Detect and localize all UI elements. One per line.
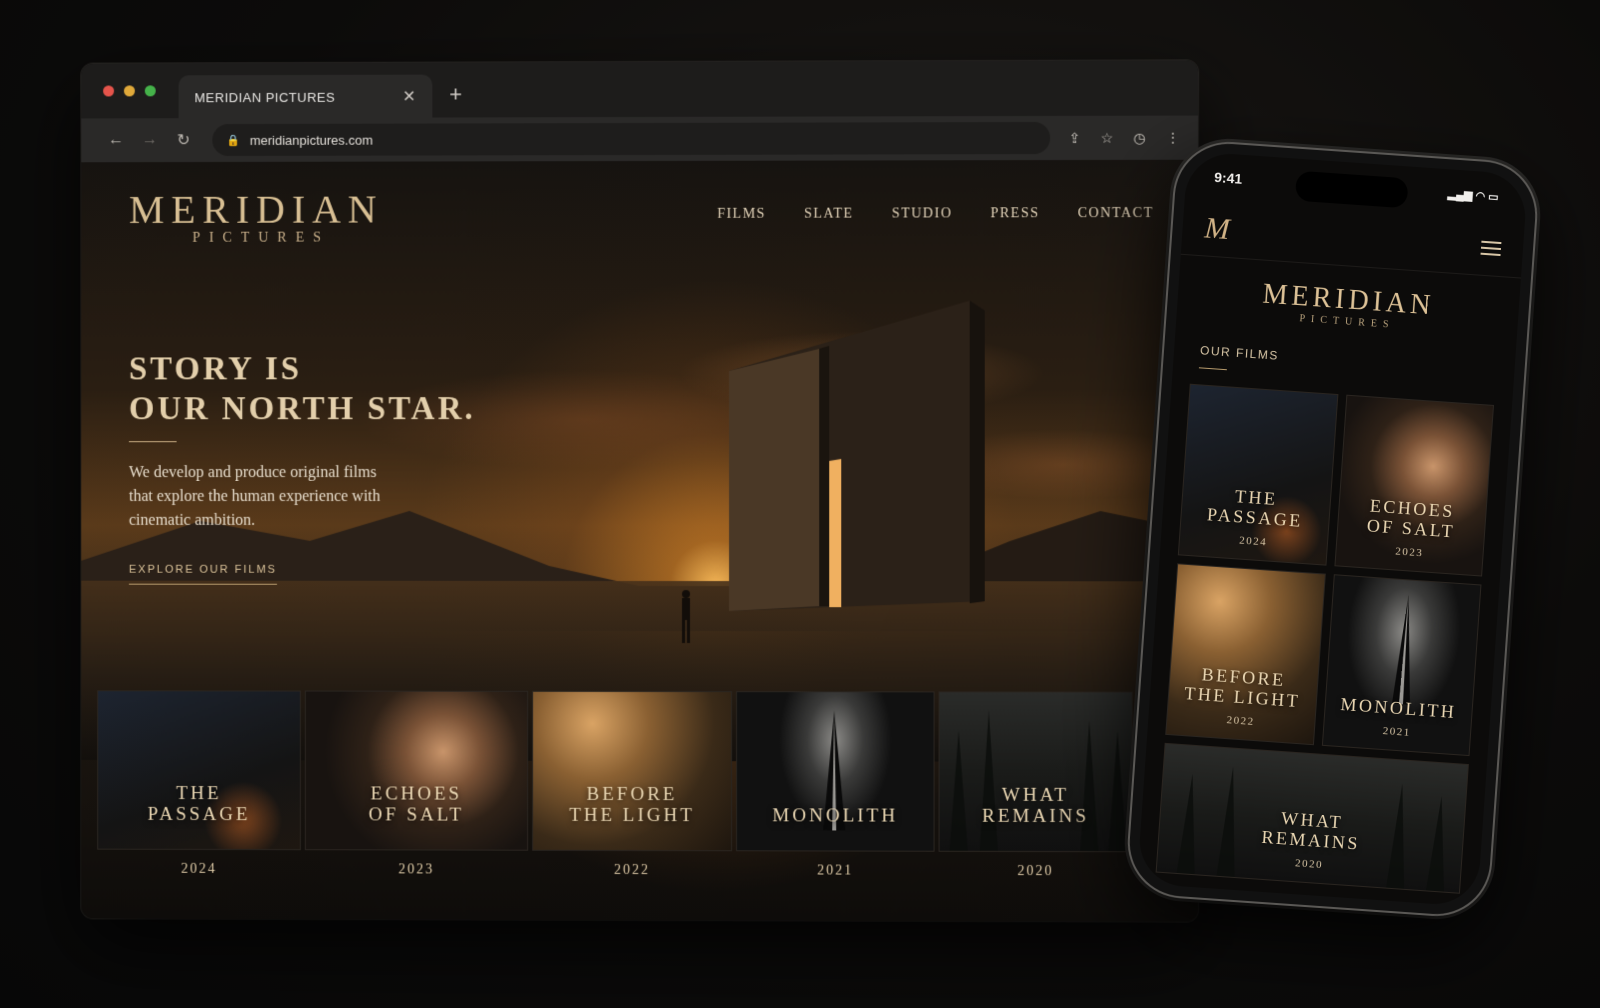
film-title: ECHOES OF SALT <box>1366 495 1456 542</box>
film-year: 2020 <box>1017 863 1054 880</box>
tree-shape <box>1426 795 1451 892</box>
film-year: 2023 <box>1394 545 1424 560</box>
more-menu-icon[interactable]: ⋮ <box>1166 129 1180 146</box>
film-year: 2024 <box>181 861 217 877</box>
phone-film-card[interactable]: WHAT REMAINS 2020 <box>1155 742 1469 894</box>
logo-wordmark: MERIDIAN <box>128 186 384 232</box>
film-strip: THE PASSAGE 2024 ECHOES OF SALT 2023 BEFOR… <box>97 690 1133 880</box>
film-poster: ECHOES OF SALT <box>304 690 529 851</box>
film-title: BEFORE THE LIGHT <box>569 783 695 827</box>
film-year: 2020 <box>1294 857 1324 872</box>
film-card[interactable]: MONOLITH 2021 <box>736 691 935 880</box>
site-logo[interactable]: MERIDIAN PICTURES <box>129 186 384 247</box>
tab-title: MERIDIAN PICTURES <box>194 89 336 105</box>
film-year: 2023 <box>398 862 435 878</box>
tree-shape <box>949 730 968 851</box>
monolith-image <box>729 300 985 612</box>
section-label: OUR FILMS <box>1198 343 1279 371</box>
share-icon[interactable]: ⇪ <box>1069 129 1081 146</box>
address-bar[interactable]: 🔒 meridianpictures.com <box>212 121 1051 156</box>
phone-screen: 9:41 ▂▄▆ ◠ ▭ M MERIDIAN PICTURES OUR FIL… <box>1136 151 1529 907</box>
walking-figure <box>681 589 690 643</box>
browser-toolbar: ← → ↻ 🔒 meridianpictures.com ⇪ ☆ ◷ ⋮ <box>81 115 1199 163</box>
nav-press[interactable]: PRESS <box>991 206 1040 222</box>
film-card[interactable]: BEFORE THE LIGHT 2022 <box>532 690 733 879</box>
phone-logo: MERIDIAN PICTURES <box>1177 273 1520 340</box>
film-title: WHAT REMAINS <box>981 784 1090 828</box>
main-nav: FILMS SLATE STUDIO PRESS CONTACT <box>717 206 1154 223</box>
back-arrow-icon[interactable]: ← <box>99 131 133 149</box>
phone-film-card[interactable]: ECHOES OF SALT 2023 <box>1333 394 1495 577</box>
tab-bar: MERIDIAN PICTURES ✕ + <box>81 60 1199 120</box>
tree-shape <box>1216 766 1243 878</box>
film-title: MONOLITH <box>1339 694 1457 723</box>
browser-tab[interactable]: MERIDIAN PICTURES ✕ <box>178 74 433 120</box>
film-title: ECHOES OF SALT <box>368 783 465 826</box>
bookmark-star-icon[interactable]: ☆ <box>1101 129 1114 146</box>
film-poster: BEFORE THE LIGHT <box>532 690 733 852</box>
monogram-logo-icon[interactable]: M <box>1204 211 1227 246</box>
minimize-window-button[interactable] <box>123 85 135 97</box>
film-title: MONOLITH <box>772 805 899 827</box>
film-title: BEFORE THE LIGHT <box>1183 664 1301 712</box>
lock-icon: 🔒 <box>226 134 240 147</box>
tree-shape <box>1108 730 1127 852</box>
tree-shape <box>1176 773 1202 875</box>
url-text: meridianpictures.com <box>249 132 373 148</box>
close-window-button[interactable] <box>103 85 115 97</box>
hamburger-menu-icon[interactable] <box>1480 236 1502 259</box>
film-year: 2021 <box>817 863 854 879</box>
tree-shape <box>1386 782 1412 889</box>
hero-description: We develop and produce original films th… <box>128 464 381 529</box>
nav-contact[interactable]: CONTACT <box>1078 206 1154 222</box>
film-card[interactable]: ECHOES OF SALT 2023 <box>304 690 529 879</box>
window-controls <box>103 85 156 97</box>
maximize-window-button[interactable] <box>144 85 156 97</box>
phone-mockup: 9:41 ▂▄▆ ◠ ▭ M MERIDIAN PICTURES OUR FIL… <box>1124 138 1541 920</box>
status-time: 9:41 <box>1213 168 1243 187</box>
website-viewport: MERIDIAN PICTURES FILMS SLATE STUDIO PRE… <box>81 159 1199 922</box>
film-poster: MONOLITH <box>736 691 935 852</box>
monolith-spire <box>1391 594 1410 705</box>
hero-title: STORY IS OUR NORTH STAR. <box>129 349 476 429</box>
hero-title-line-2: OUR NORTH STAR. <box>128 391 476 428</box>
explore-films-link[interactable]: EXPLORE OUR FILMS <box>128 563 277 585</box>
phone-film-card[interactable]: THE PASSAGE 2024 <box>1177 383 1338 566</box>
film-year: 2022 <box>1226 714 1256 729</box>
film-card[interactable]: WHAT REMAINS 2020 <box>938 691 1133 880</box>
hero-title-line-1: STORY IS <box>128 351 303 388</box>
logo-subtitle: PICTURES <box>192 230 330 246</box>
browser-window: MERIDIAN PICTURES ✕ + ← → ↻ 🔒 meridianpi… <box>81 60 1199 922</box>
tab-close-icon[interactable]: ✕ <box>403 87 417 107</box>
hero-divider <box>128 441 177 443</box>
signal-wifi-battery-icon: ▂▄▆ ◠ ▭ <box>1447 187 1499 204</box>
film-year: 2021 <box>1382 725 1412 739</box>
nav-slate[interactable]: SLATE <box>804 207 854 223</box>
phone-film-card[interactable]: MONOLITH 2021 <box>1321 574 1482 757</box>
film-year: 2022 <box>614 862 650 879</box>
tree-shape <box>979 710 998 851</box>
reload-icon[interactable]: ↻ <box>167 130 201 150</box>
history-icon[interactable]: ◷ <box>1133 129 1145 146</box>
phone-film-grid: THE PASSAGE 2024 ECHOES OF SALT 2023 BEFOR… <box>1155 383 1495 894</box>
film-title: THE PASSAGE <box>147 783 251 826</box>
new-tab-button[interactable]: + <box>449 82 462 108</box>
film-poster: THE PASSAGE <box>97 690 301 851</box>
forward-arrow-icon[interactable]: → <box>133 131 167 149</box>
film-title: THE PASSAGE <box>1206 486 1304 531</box>
phone-film-card[interactable]: BEFORE THE LIGHT 2022 <box>1165 563 1326 746</box>
film-poster: WHAT REMAINS <box>938 691 1133 853</box>
film-card[interactable]: THE PASSAGE 2024 <box>97 690 301 878</box>
toolbar-actions: ⇪ ☆ ◷ ⋮ <box>1069 129 1180 146</box>
nav-studio[interactable]: STUDIO <box>892 206 953 222</box>
nav-films[interactable]: FILMS <box>717 207 766 223</box>
film-title: WHAT REMAINS <box>1260 808 1361 854</box>
film-year: 2024 <box>1238 534 1268 549</box>
